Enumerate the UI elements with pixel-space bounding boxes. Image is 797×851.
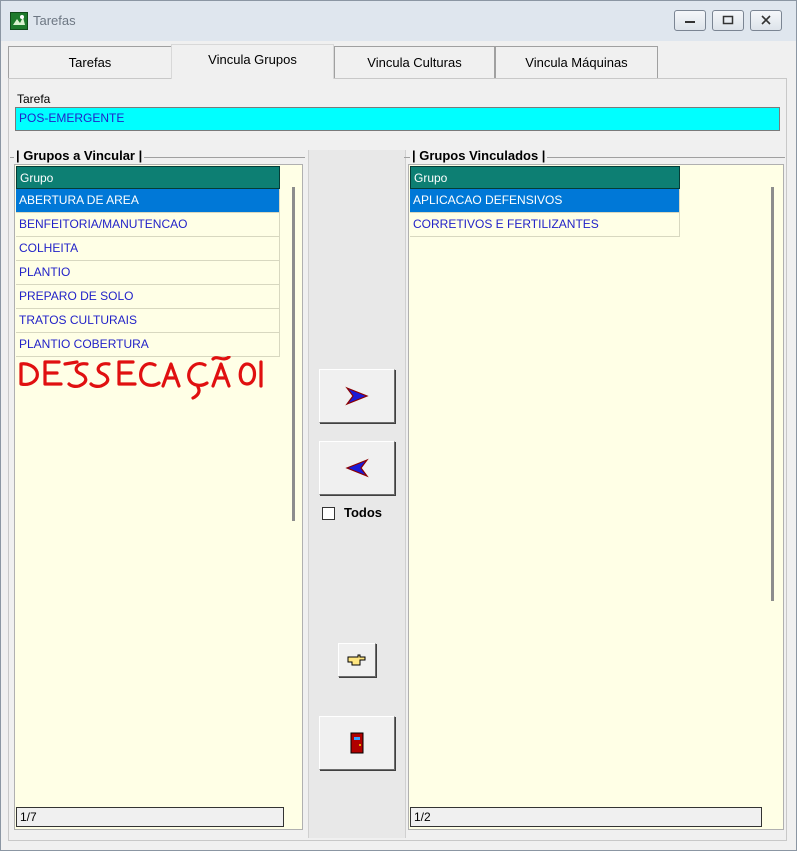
close-button[interactable] [750, 10, 782, 31]
tab-vincula-maquinas[interactable]: Vincula Máquinas [495, 46, 658, 78]
right-list-header[interactable]: Grupo [410, 166, 680, 189]
list-item[interactable]: BENFEITORIA/MANUTENCAO [16, 213, 280, 237]
list-item[interactable]: CORRETIVOS E FERTILIZANTES [410, 213, 680, 237]
right-list-counter: 1/2 [410, 807, 762, 827]
right-group-list[interactable]: Grupo APLICACAO DEFENSIVOS CORRETIVOS E … [408, 164, 784, 830]
tarefa-field[interactable]: POS-EMERGENTE [15, 107, 780, 131]
list-item[interactable]: COLHEITA [16, 237, 280, 261]
exit-door-icon [350, 732, 364, 754]
minimize-button[interactable] [674, 10, 706, 31]
pointing-hand-icon [347, 654, 366, 666]
remove-group-button[interactable] [319, 441, 395, 495]
confirm-button[interactable] [338, 643, 376, 677]
list-item[interactable]: PREPARO DE SOLO [16, 285, 280, 309]
app-icon [10, 12, 28, 30]
left-group-title: | Grupos a Vincular | [14, 148, 145, 163]
tab-vincula-grupos[interactable]: Vincula Grupos [171, 44, 334, 79]
left-scroll-thumb[interactable] [292, 187, 295, 521]
maximize-button[interactable] [712, 10, 744, 31]
tab-tarefas[interactable]: Tarefas [8, 46, 172, 78]
exit-button[interactable] [319, 716, 395, 770]
arrow-right-icon [345, 386, 369, 406]
list-item[interactable]: PLANTIO COBERTURA [16, 333, 280, 357]
tab-vincula-culturas[interactable]: Vincula Culturas [334, 46, 495, 78]
title-bar: Tarefas [1, 1, 796, 41]
tarefa-label: Tarefa [17, 92, 51, 106]
right-list-scrollbar[interactable] [764, 165, 782, 803]
list-item[interactable]: TRATOS CULTURAIS [16, 309, 280, 333]
left-group-list[interactable]: Grupo ABERTURA DE AREA BENFEITORIA/MANUT… [14, 164, 303, 830]
tab-strip: Tarefas Vincula Grupos Vincula Culturas … [8, 44, 787, 79]
list-item[interactable]: APLICACAO DEFENSIVOS [410, 189, 680, 213]
todos-label: Todos [344, 505, 383, 520]
left-list-scrollbar[interactable] [285, 165, 302, 803]
right-group-title: | Grupos Vinculados | [410, 148, 548, 163]
arrow-left-icon [345, 458, 369, 478]
right-scroll-thumb[interactable] [771, 187, 774, 601]
list-item[interactable]: PLANTIO [16, 261, 280, 285]
window-title: Tarefas [33, 13, 76, 28]
add-group-button[interactable] [319, 369, 395, 423]
left-list-header[interactable]: Grupo [16, 166, 280, 189]
handwritten-annotation [19, 356, 263, 400]
todos-checkbox[interactable] [322, 507, 335, 520]
list-item[interactable]: ABERTURA DE AREA [16, 189, 280, 213]
left-list-counter: 1/7 [16, 807, 284, 827]
